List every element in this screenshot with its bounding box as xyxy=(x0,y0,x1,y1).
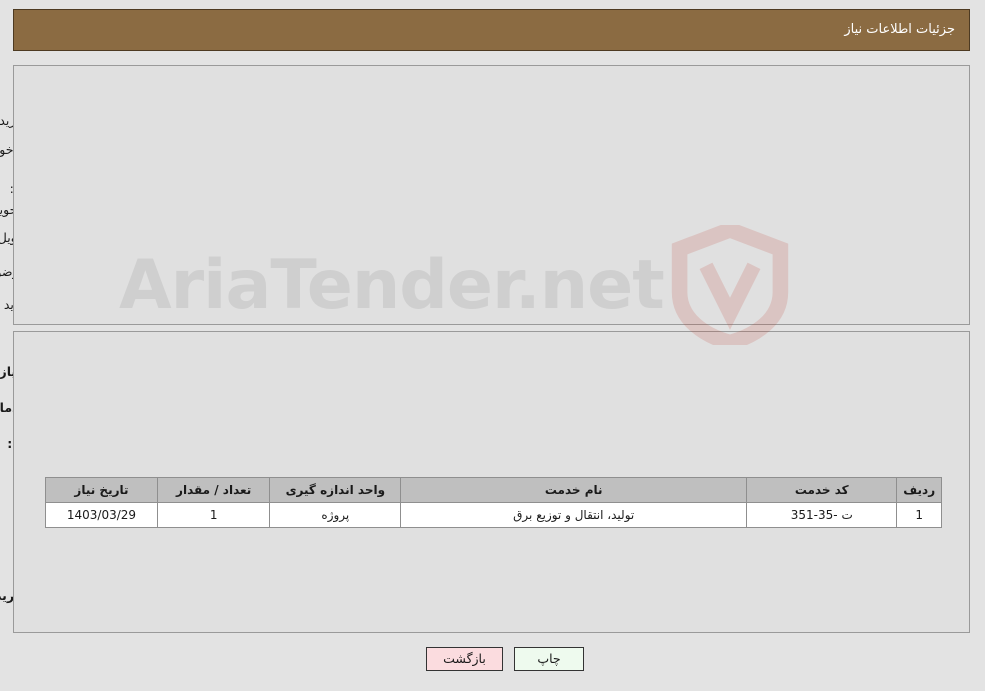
table-header-date: تاریخ نیاز xyxy=(46,477,159,503)
cell-radif: 1 xyxy=(897,502,943,528)
services-table: ردیف کد خدمت نام خدمت واحد اندازه گیری ت… xyxy=(46,477,943,528)
table-header-code: کد خدمت xyxy=(747,477,899,503)
page-header-bar: جزئیات اطلاعات نیاز xyxy=(14,9,971,51)
cell-date: 1403/03/29 xyxy=(46,502,159,528)
need-info-panel xyxy=(14,65,971,325)
table-header-name: نام خدمت xyxy=(401,477,749,503)
table-row: 1 ت -35-351 تولید، انتقال و توزیع برق پر… xyxy=(46,502,943,528)
print-button[interactable]: چاپ xyxy=(515,647,585,671)
table-header-row: ردیف کد خدمت نام خدمت واحد اندازه گیری ت… xyxy=(46,477,943,503)
table-header-radif: ردیف xyxy=(897,477,943,503)
page-title: جزئیات اطلاعات نیاز xyxy=(845,22,956,37)
cell-code: ت -35-351 xyxy=(747,502,899,528)
back-button[interactable]: بازگشت xyxy=(427,647,504,671)
cell-unit: پروژه xyxy=(270,502,403,528)
cell-qty: 1 xyxy=(157,502,272,528)
table-header-qty: تعداد / مقدار xyxy=(157,477,272,503)
table-header-unit: واحد اندازه گیری xyxy=(270,477,403,503)
cell-name: تولید، انتقال و توزیع برق xyxy=(401,502,749,528)
